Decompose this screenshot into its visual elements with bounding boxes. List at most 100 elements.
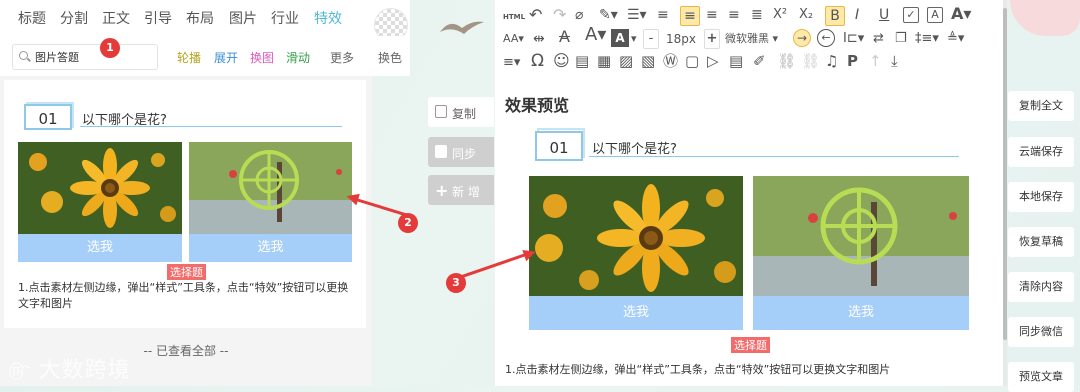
local-save-button[interactable]: 本地保存 bbox=[1008, 182, 1074, 212]
upload-icon[interactable]: ↑ bbox=[869, 52, 882, 70]
swatch-label[interactable]: 换色 bbox=[378, 49, 402, 66]
subscript-button[interactable]: X₂ bbox=[799, 6, 813, 24]
font-color-button[interactable]: A▾ bbox=[951, 5, 971, 23]
copy-label: 复制 bbox=[452, 107, 477, 121]
template-card[interactable]: 01 以下哪个是花? 选我 选我 选择题 1.点击素材左侧边缘，弹出“样式”工具… bbox=[4, 80, 366, 328]
option-button-1[interactable]: 选我 bbox=[529, 296, 743, 330]
tab-effects[interactable]: 特效 bbox=[314, 8, 342, 28]
copy-format-icon[interactable]: ❐ bbox=[895, 30, 907, 48]
italic-button[interactable]: I bbox=[855, 6, 859, 24]
option-button-2[interactable]: 选我 bbox=[753, 296, 969, 330]
text-border-button[interactable]: A bbox=[927, 7, 943, 23]
redo-icon[interactable]: ↷ bbox=[553, 6, 566, 24]
step-badge-2: 2 bbox=[398, 213, 418, 233]
bg-color-dropdown[interactable]: ▾ bbox=[631, 30, 637, 48]
justify-icon[interactable]: ≣ bbox=[751, 6, 763, 24]
playground-image bbox=[189, 142, 352, 234]
download-icon[interactable]: ⤓ bbox=[891, 52, 898, 70]
indent-icon[interactable]: ≡ bbox=[657, 6, 669, 24]
list-icon[interactable]: ☰▾ bbox=[627, 6, 647, 24]
vertical-align-icon[interactable]: ≜▾ bbox=[947, 30, 964, 48]
omega-symbol-button[interactable]: Ω bbox=[531, 52, 544, 70]
question-underline bbox=[80, 126, 342, 127]
paragraph-mark-button[interactable]: P bbox=[847, 52, 858, 70]
divider-icon[interactable]: ≡▾ bbox=[503, 54, 520, 72]
copy-button[interactable]: 复制 bbox=[428, 97, 494, 127]
tab-image[interactable]: 图片 bbox=[229, 8, 257, 28]
filter-swap-image[interactable]: 换图 bbox=[250, 49, 274, 66]
copy-all-button[interactable]: 复制全文 bbox=[1008, 91, 1074, 121]
font-size-A-button[interactable]: A▾ bbox=[585, 26, 606, 44]
copy-icon bbox=[435, 105, 447, 118]
emoji-icon[interactable]: ☺ bbox=[553, 52, 570, 70]
underline-button[interactable]: U bbox=[879, 6, 889, 24]
preview-description: 1.点击素材左侧边缘，弹出“样式”工具条，点击“特效”按钮可以更换文字和图片 bbox=[505, 363, 891, 376]
filter-carousel[interactable]: 轮播 bbox=[177, 49, 201, 66]
tab-layout[interactable]: 布局 bbox=[186, 8, 214, 28]
filter-slide[interactable]: 滑动 bbox=[286, 49, 310, 66]
restore-draft-button[interactable]: 恢复草稿 bbox=[1008, 227, 1074, 257]
add-new-button[interactable]: + 新 增 bbox=[428, 175, 494, 205]
bird-decoration bbox=[440, 21, 484, 34]
tab-guide[interactable]: 引导 bbox=[144, 8, 172, 28]
document-icon[interactable]: ▤ bbox=[575, 52, 589, 70]
grid-icon[interactable]: ▤ bbox=[729, 52, 743, 70]
choice-tag: 选择题 bbox=[731, 337, 770, 353]
clear-format-icon[interactable]: ⌀ bbox=[575, 6, 583, 24]
tab-industry[interactable]: 行业 bbox=[271, 8, 299, 28]
filter-more[interactable]: 更多 bbox=[330, 49, 354, 66]
undo-icon[interactable]: ↶ bbox=[529, 6, 542, 24]
search-box[interactable] bbox=[12, 44, 158, 70]
word-icon[interactable]: Ⓦ bbox=[663, 52, 678, 70]
sync-button[interactable]: 同步 bbox=[428, 137, 494, 167]
font-family-value: 微软雅黑 bbox=[725, 32, 769, 45]
tab-divider[interactable]: 分割 bbox=[60, 8, 88, 28]
strike-text-button[interactable]: A bbox=[559, 28, 570, 46]
link-icon[interactable]: ⛓ bbox=[777, 52, 796, 70]
forward-icon[interactable]: → bbox=[793, 29, 811, 47]
checkbox-icon[interactable]: ✓ bbox=[903, 7, 919, 23]
font-size-menu[interactable]: AA▾ bbox=[503, 30, 524, 48]
superscript-button[interactable]: X² bbox=[773, 6, 787, 24]
option-button-2[interactable]: 选我 bbox=[189, 234, 352, 262]
html-source-button[interactable]: HTML bbox=[503, 8, 525, 26]
category-tabs: 标题 分割 正文 引导 布局 图片 行业 特效 bbox=[0, 0, 410, 42]
filter-expand[interactable]: 展开 bbox=[214, 49, 238, 66]
image-icon[interactable]: ▨ bbox=[619, 52, 633, 70]
video-icon[interactable]: ▷ bbox=[707, 52, 719, 70]
tab-title[interactable]: 标题 bbox=[18, 8, 46, 28]
question-number: 01 bbox=[535, 131, 583, 161]
spacing-icon[interactable]: ‡≡▾ bbox=[915, 30, 939, 48]
align-left-icon[interactable]: ≡ bbox=[680, 6, 700, 26]
font-size-value[interactable]: 18px bbox=[661, 30, 701, 48]
unlink-icon[interactable]: ⛓ bbox=[801, 52, 820, 70]
search-icon bbox=[19, 51, 28, 60]
font-size-decrease[interactable]: - bbox=[643, 29, 659, 49]
music-icon[interactable]: ♫ bbox=[825, 52, 838, 70]
back-icon[interactable]: ← bbox=[817, 29, 835, 47]
format-painter-icon[interactable]: ✎▾ bbox=[599, 6, 618, 24]
align-center-icon[interactable]: ≡ bbox=[706, 6, 718, 24]
add-new-label: 新 增 bbox=[452, 185, 480, 199]
font-size-increase[interactable]: + bbox=[704, 29, 720, 49]
cloud-save-button[interactable]: 云端保存 bbox=[1008, 137, 1074, 167]
line-height-icon[interactable]: I⊏▾ bbox=[843, 30, 864, 48]
paragraph-icon[interactable]: ⇄ bbox=[873, 30, 884, 48]
pattern-icon[interactable]: ▧ bbox=[641, 52, 655, 70]
sync-wechat-button[interactable]: 同步微信 bbox=[1008, 317, 1074, 347]
bold-button[interactable]: B bbox=[825, 6, 845, 26]
align-right-icon[interactable]: ≡ bbox=[728, 6, 740, 24]
table-icon[interactable]: ▦ bbox=[597, 52, 611, 70]
clear-content-button[interactable]: 清除内容 bbox=[1008, 272, 1074, 302]
tab-body[interactable]: 正文 bbox=[102, 8, 130, 28]
search-input[interactable] bbox=[35, 48, 145, 66]
eraser-icon[interactable]: ✐ bbox=[753, 52, 766, 70]
text-file-icon[interactable]: ▢ bbox=[685, 52, 699, 70]
strikethrough-icon[interactable]: ⇹ bbox=[533, 30, 545, 48]
background-color-button[interactable]: A bbox=[611, 29, 629, 47]
preview-article-button[interactable]: 预览文章 bbox=[1008, 362, 1074, 392]
editor-scroll-thumb[interactable] bbox=[1003, 8, 1007, 340]
option-button-1[interactable]: 选我 bbox=[18, 234, 182, 262]
font-family-select[interactable]: 微软雅黑 ▾ bbox=[725, 30, 787, 48]
step-badge-3: 3 bbox=[446, 273, 466, 293]
